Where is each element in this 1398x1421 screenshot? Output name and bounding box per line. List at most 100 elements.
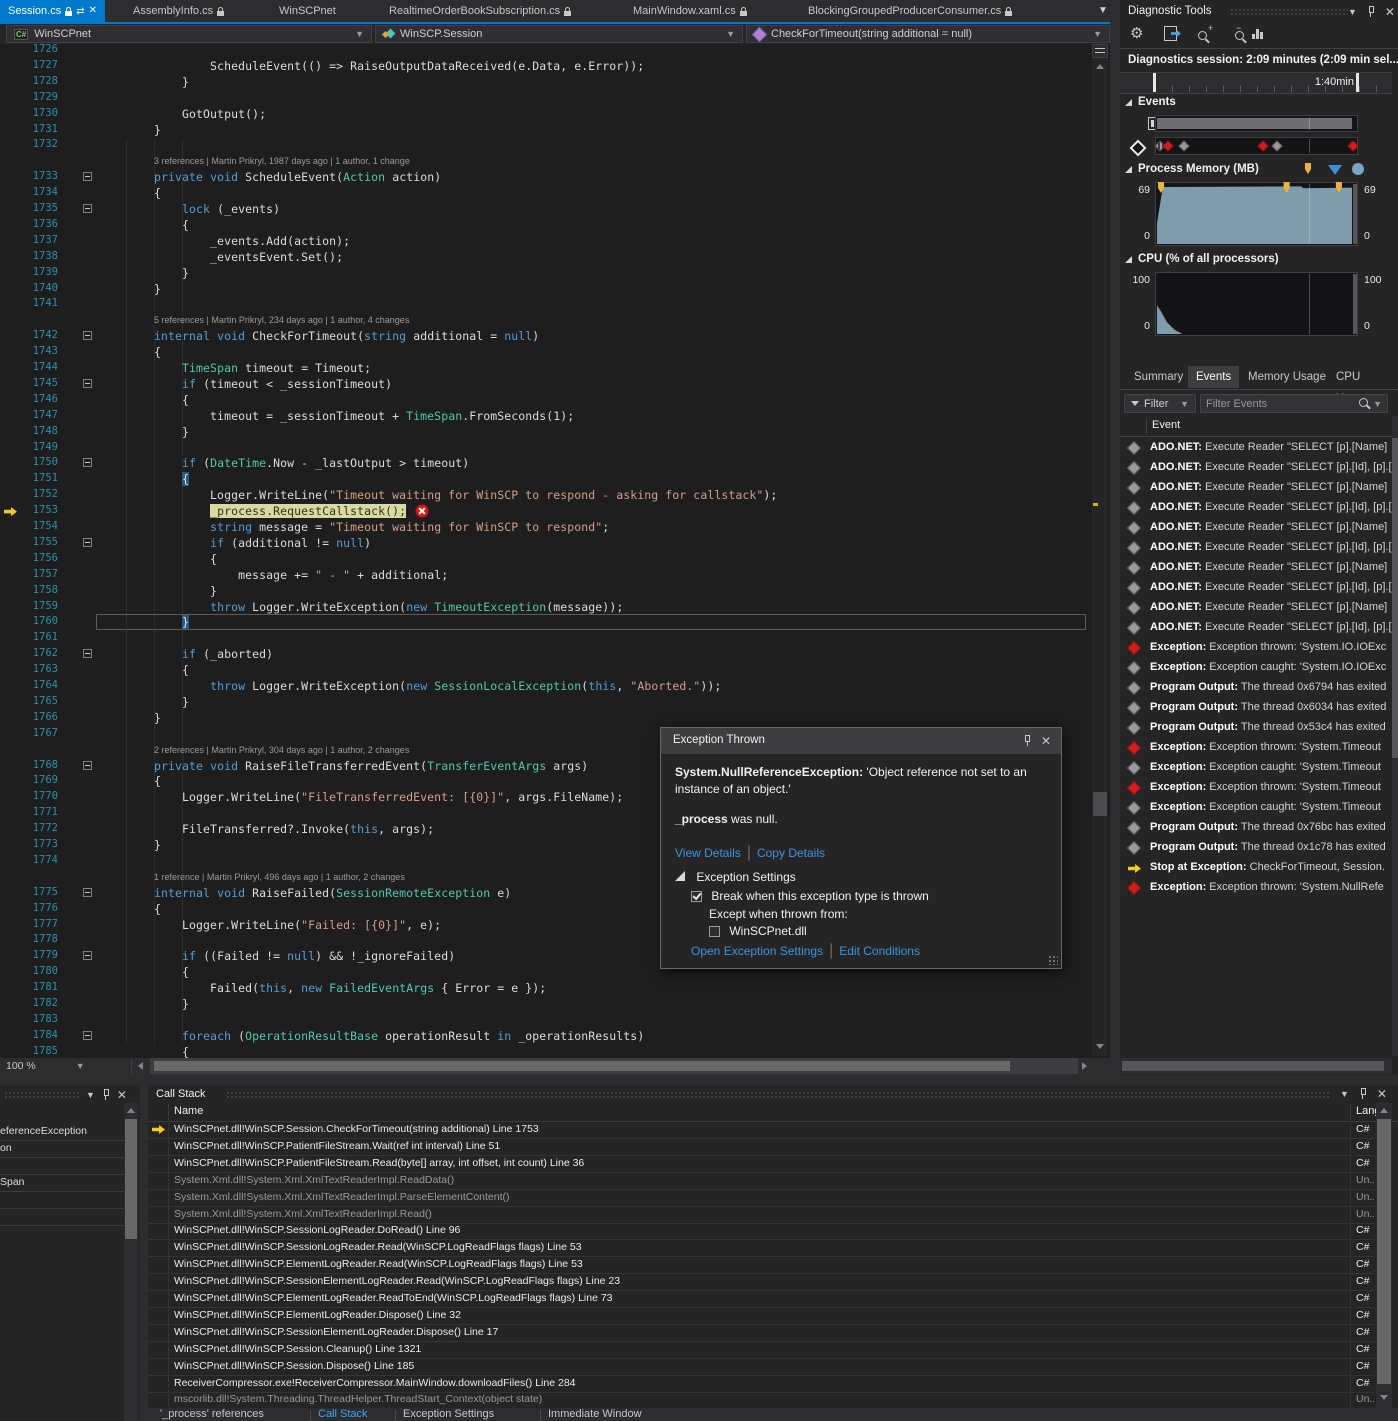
export-events-icon[interactable] [1164,26,1177,41]
event-row[interactable]: Program Output: The thread 0x76bc has ex… [1120,818,1392,838]
pin-icon[interactable] [1359,1088,1367,1099]
callstack-row[interactable]: WinSCPnet.dll!WinSCP.Session.CheckForTim… [148,1121,1374,1139]
open-exception-settings-link[interactable]: Open Exception Settings [691,944,823,958]
document-list-dropdown-icon[interactable]: ▼ [1098,5,1108,16]
settings-gear-icon[interactable]: ⚙ [1130,24,1143,42]
locals-row[interactable] [0,1208,124,1226]
fold-collapse-box[interactable] [83,538,92,547]
project-dropdown[interactable]: C# WinSCPnet ▼ [6,25,372,43]
callstack-row[interactable]: mscorlib.dll!System.Threading.ThreadHelp… [148,1391,1374,1409]
diag-horizontal-scrollbar[interactable] [1120,1058,1392,1074]
callstack-row[interactable]: WinSCPnet.dll!WinSCP.SessionLogReader.Do… [148,1222,1374,1240]
callstack-row[interactable]: System.Xml.dll!System.Xml.XmlTextReaderI… [148,1172,1374,1190]
locals-row[interactable]: eferenceException [0,1123,124,1141]
event-row[interactable]: ADO.NET: Execute Reader "SELECT [p].[Nam… [1120,558,1392,578]
expander-icon[interactable] [1125,256,1132,263]
callstack-row[interactable]: WinSCPnet.dll!WinSCP.SessionElementLogRe… [148,1324,1374,1342]
type-dropdown[interactable]: WinSCP.Session ▼ [375,25,743,43]
bottom-tab-call-stack[interactable]: Call Stack [318,1408,368,1421]
pin-icon[interactable] [1367,6,1375,17]
callstack-scrollbar[interactable] [1376,1103,1392,1408]
memory-chart[interactable] [1155,182,1358,246]
close-icon[interactable]: ✕ [1041,736,1051,746]
error-icon[interactable] [415,504,429,518]
event-diamond-gray[interactable] [1178,140,1189,151]
break-when-thrown-checkbox[interactable] [691,891,702,902]
event-row[interactable]: ADO.NET: Execute Reader "SELECT [p].[Nam… [1120,478,1392,498]
tab-assemblyinfo-cs[interactable]: AssemblyInfo.cs [125,0,232,22]
callstack-row[interactable]: WinSCPnet.dll!WinSCP.Session.Dispose() L… [148,1358,1374,1376]
event-row[interactable]: Exception: Exception caught: 'System.Tim… [1120,758,1392,778]
event-row[interactable]: ADO.NET: Execute Reader "SELECT [p].[Id]… [1120,498,1392,518]
fold-collapse-box[interactable] [83,172,92,181]
codelens-info[interactable]: 2 references | Martin Prikryl, 304 days … [154,745,409,755]
codelens-info[interactable]: 1 reference | Martin Prikryl, 496 days a… [154,872,405,882]
fold-collapse-box[interactable] [83,204,92,213]
scroll-up-icon[interactable] [1096,64,1104,69]
promote-tab-icon[interactable]: ⇄ [76,6,84,17]
scroll-up-icon[interactable] [1380,1108,1388,1113]
locals-row[interactable] [0,1191,124,1209]
exception-popup-titlebar[interactable]: Exception Thrown ✕ [661,728,1061,754]
event-row[interactable]: Exception: Exception thrown: 'System.Tim… [1120,778,1392,798]
event-row[interactable]: Program Output: The thread 0x6034 has ex… [1120,698,1392,718]
leftpanel-scrollbar[interactable] [124,1103,138,1421]
callstack-row[interactable]: ReceiverCompressor.exe!ReceiverCompresso… [148,1375,1374,1393]
locals-row[interactable]: Span [0,1174,124,1192]
editor-hscrollbar-thumb[interactable] [154,1061,1010,1071]
locals-row[interactable]: on [0,1140,124,1158]
event-row[interactable]: Program Output: The thread 0x1c78 has ex… [1120,838,1392,858]
callstack-row[interactable]: System.Xml.dll!System.Xml.XmlTextReaderI… [148,1206,1374,1224]
horizontal-splitter[interactable] [0,1075,1398,1085]
events-bar-lane[interactable] [1155,115,1358,132]
module-checkbox[interactable] [709,926,720,937]
scroll-left-icon[interactable] [138,1062,143,1070]
event-row[interactable]: ADO.NET: Execute Reader "SELECT [p].[Id]… [1120,458,1392,478]
diag-tab-cpu-usage[interactable]: CPU Usage [1328,366,1398,388]
close-icon[interactable]: ✕ [1385,7,1395,17]
tab-realtimeorderbooksubscription-cs[interactable]: RealtimeOrderBookSubscription.cs [381,0,579,22]
diag-tab-summary[interactable]: Summary [1126,366,1191,388]
event-row[interactable]: Exception: Exception thrown: 'System.Nul… [1120,878,1392,898]
expander-icon[interactable] [1125,166,1132,173]
fold-collapse-box[interactable] [83,951,92,960]
editor-scrollbar-thumb[interactable] [1093,792,1107,816]
selection-marker-left[interactable] [1153,73,1156,92]
event-row[interactable]: Exception: Exception caught: 'System.Tim… [1120,798,1392,818]
chevron-down-icon[interactable]: ▼ [1373,399,1382,409]
scroll-right-icon[interactable] [1082,1062,1087,1070]
fold-collapse-box[interactable] [83,331,92,340]
fold-collapse-box[interactable] [83,649,92,658]
event-row[interactable]: ADO.NET: Execute Reader "SELECT [p].[Nam… [1120,518,1392,538]
window-menu-icon[interactable]: ▼ [1348,7,1357,17]
bottom-tab-immediate-window[interactable]: Immediate Window [548,1408,642,1421]
zoom-in-icon[interactable] [1198,31,1207,40]
close-icon[interactable]: ✕ [1377,1089,1387,1099]
callstack-row[interactable]: WinSCPnet.dll!WinSCP.Session.Cleanup() L… [148,1341,1374,1359]
event-row[interactable]: ADO.NET: Execute Reader "SELECT [p].[Id]… [1120,538,1392,558]
diag-tab-events[interactable]: Events [1188,366,1239,388]
callstack-titlebar[interactable]: Call Stack▼✕ [148,1085,1398,1103]
filter-events-input[interactable]: Filter Events▼ [1200,394,1388,413]
event-row[interactable]: Program Output: The thread 0x6794 has ex… [1120,678,1392,698]
chart-view-icon[interactable] [1252,27,1263,39]
event-row[interactable]: ADO.NET: Execute Reader "SELECT [p].[Id]… [1120,578,1392,598]
close-icon[interactable]: ✕ [117,1090,127,1100]
fold-collapse-box[interactable] [83,1031,92,1040]
tab-session-cs[interactable]: Session.cs⇄✕ [0,0,105,22]
events-diamond-lane[interactable] [1155,137,1358,155]
scroll-down-icon[interactable] [1380,1395,1388,1400]
event-row[interactable]: Program Output: The thread 0x53c4 has ex… [1120,718,1392,738]
callstack-row[interactable]: WinSCPnet.dll!WinSCP.ElementLogReader.Di… [148,1307,1374,1325]
window-menu-icon[interactable]: ▼ [1340,1089,1349,1099]
scroll-down-icon[interactable] [1096,1044,1104,1049]
event-row[interactable]: Exception: Exception thrown: 'System.IO.… [1120,638,1392,658]
bottom-tab-exception-settings[interactable]: Exception Settings [403,1408,494,1421]
edit-conditions-link[interactable]: Edit Conditions [839,944,920,958]
window-menu-icon[interactable]: ▼ [86,1090,95,1100]
event-diamond-red[interactable] [1257,140,1268,151]
filter-button[interactable]: Filter▼ [1124,394,1196,413]
callstack-scrollbar-thumb[interactable] [1377,1119,1391,1384]
event-row[interactable]: Stop at Exception: CheckForTimeout, Sess… [1120,858,1392,878]
callstack-row[interactable]: WinSCPnet.dll!WinSCP.SessionLogReader.Re… [148,1239,1374,1257]
